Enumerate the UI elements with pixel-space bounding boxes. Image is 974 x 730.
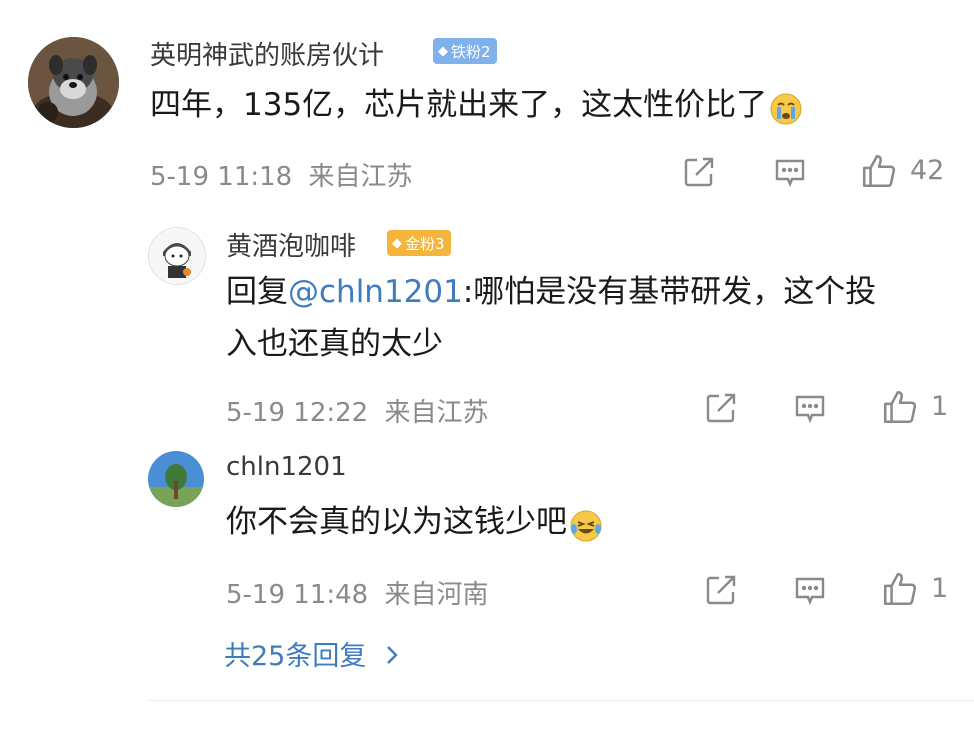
comment-meta: 5-19 11:18 来自江苏 <box>150 156 412 193</box>
fan-badge: ◆ 铁粉2 <box>433 38 497 64</box>
laughing-tears-icon <box>569 507 603 541</box>
comment-button[interactable] <box>792 572 828 608</box>
thumbs-up-icon <box>862 154 896 188</box>
share-icon <box>706 575 736 605</box>
reply-location: 来自河南 <box>384 580 489 610</box>
share-button[interactable] <box>703 572 739 608</box>
comment-date: 5-19 11:18 <box>150 162 293 192</box>
share-icon <box>684 157 714 187</box>
schnauzer-avatar-image <box>28 37 119 128</box>
share-button[interactable] <box>703 390 739 426</box>
like-button[interactable] <box>860 152 896 188</box>
like-button[interactable] <box>881 388 917 424</box>
reply-text: 回复@chln1201:哪怕是没有基带研发，这个投 <box>226 274 877 310</box>
reply-location: 来自江苏 <box>384 398 489 428</box>
diamond-icon: ◆ <box>392 235 402 251</box>
cartoon-avatar-image <box>149 228 205 284</box>
avatar-tree[interactable] <box>148 451 204 507</box>
tree-avatar-image <box>148 451 204 507</box>
like-button[interactable] <box>881 570 917 606</box>
comment-username[interactable]: 英明神武的账房伙计 <box>150 35 384 72</box>
share-icon <box>706 393 736 423</box>
thumbs-up-icon <box>883 572 917 606</box>
reply-meta: 5-19 11:48 来自河南 <box>226 574 488 611</box>
chevron-right-icon <box>385 642 399 673</box>
like-count: 1 <box>931 573 949 604</box>
thumbs-up-icon <box>883 390 917 424</box>
crying-face-icon <box>769 90 803 124</box>
fan-badge: ◆ 金粉3 <box>387 230 451 256</box>
section-divider <box>148 700 974 701</box>
reply-meta: 5-19 12:22 来自江苏 <box>226 392 488 429</box>
comment-button[interactable] <box>792 390 828 426</box>
mention-link[interactable]: @chln1201 <box>288 274 463 310</box>
comment-button[interactable] <box>772 154 808 190</box>
reply-username[interactable]: chln1201 <box>226 452 347 482</box>
avatar-schnauzer[interactable] <box>28 37 119 128</box>
avatar-cartoon[interactable] <box>148 227 206 285</box>
comment-location: 来自江苏 <box>308 162 413 192</box>
diamond-icon: ◆ <box>438 43 448 59</box>
reply-date: 5-19 12:22 <box>226 398 369 428</box>
reply-text-continued: 入也还真的太少 <box>226 326 443 362</box>
like-count: 42 <box>910 155 945 186</box>
comment-icon <box>795 395 825 424</box>
reply-text: 你不会真的以为这钱少吧 <box>226 496 603 548</box>
share-button[interactable] <box>681 154 717 190</box>
comment-icon <box>775 159 805 188</box>
comment-text: 四年，135亿，芯片就出来了，这太性价比了 <box>150 79 803 131</box>
view-more-replies-link[interactable]: 共25条回复 <box>224 634 399 673</box>
reply-date: 5-19 11:48 <box>226 580 369 610</box>
reply-username[interactable]: 黄酒泡咖啡 <box>226 226 356 263</box>
comment-icon <box>795 577 825 606</box>
like-count: 1 <box>931 391 949 422</box>
